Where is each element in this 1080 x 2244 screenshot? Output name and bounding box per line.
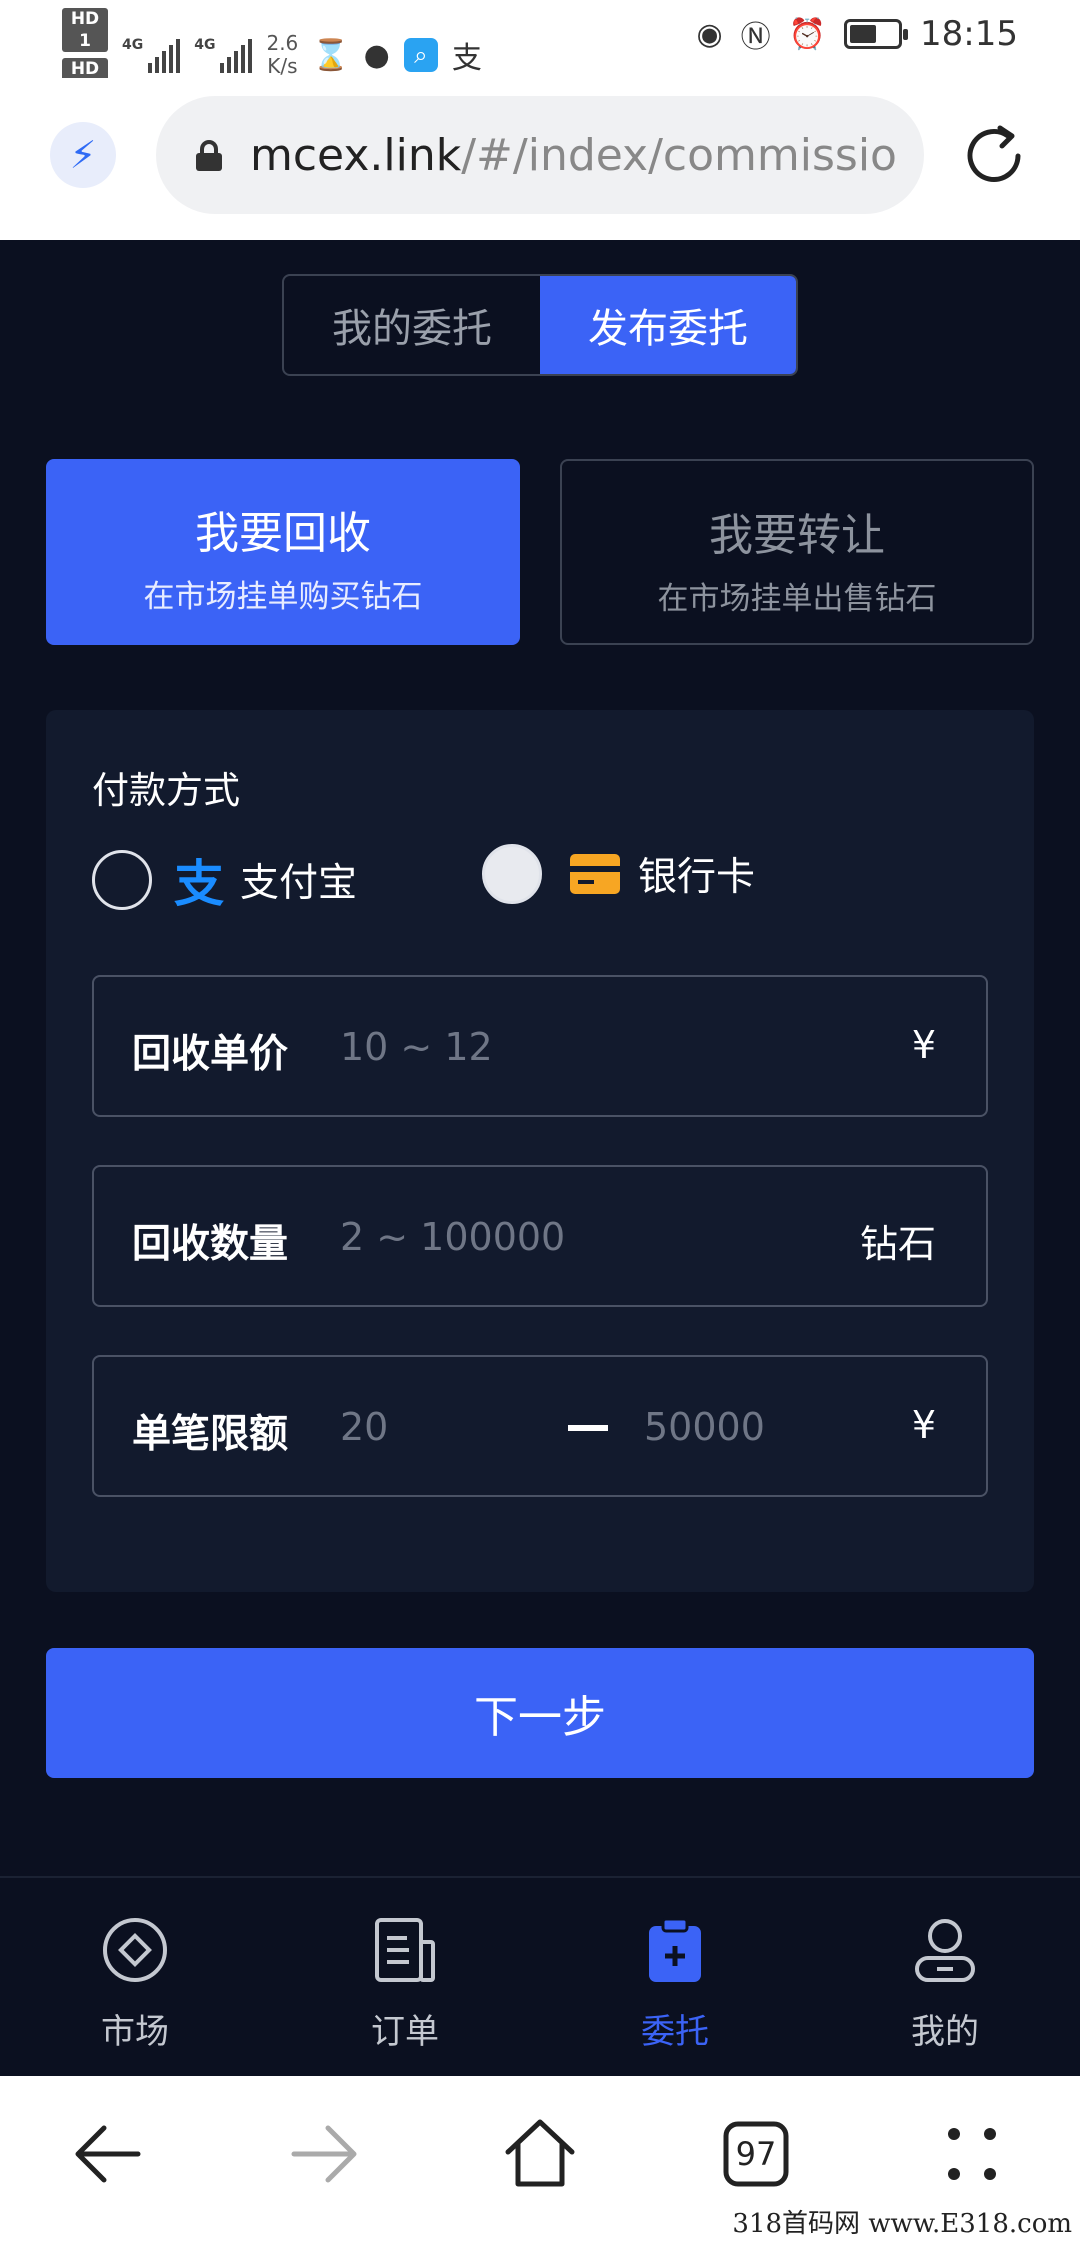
payment-method-label: 付款方式 [92, 769, 240, 812]
tabs-count: 97 [735, 2135, 777, 2173]
app-content: 我的委托 发布委托 我要回收 在市场挂单购买钻石 我要转让 在市场挂单出售钻石 … [0, 240, 1080, 1876]
quantity-field[interactable]: 回收数量 2 ~ 100000 钻石 [92, 1165, 988, 1307]
price-input[interactable]: 10 ~ 12 [340, 1025, 493, 1069]
hourglass-icon: ⌛ [312, 37, 350, 73]
price-label: 回收单价 [132, 1032, 289, 1077]
tab-publish-commission[interactable]: 发布委托 [540, 276, 796, 374]
order-form-card: 付款方式 支 支付宝 银行卡 回收单价 10 ~ 12 ¥ 回收数量 2 ~ 1… [46, 710, 1034, 1592]
battery-icon [844, 19, 909, 49]
tab-profile[interactable]: 我的 [810, 1878, 1080, 2076]
reload-icon[interactable] [958, 120, 1030, 192]
eye-icon: ◉ [696, 16, 723, 52]
more-menu-icon[interactable] [932, 2114, 1012, 2194]
sell-mode-title: 我要转让 [709, 510, 885, 561]
browser-bar: ⚡ mcex.link/#/index/commissio [0, 78, 1080, 240]
alipay-radio[interactable] [92, 850, 152, 910]
qq-icon: ● [363, 37, 390, 73]
tab-market[interactable]: 市场 [0, 1878, 270, 2076]
status-bar: HD 1 HD 2 4G 4G 2.6 K/s ⌛ ● ⌕ 支 ◉ Ⓝ ⏰ 18… [0, 0, 1080, 102]
hd1-badge: HD 1 [62, 8, 108, 52]
next-step-button[interactable]: 下一步 [46, 1648, 1034, 1778]
orders-icon [375, 1918, 435, 1982]
search-app-icon: ⌕ [403, 38, 438, 72]
limit-max-input[interactable]: 50000 [644, 1405, 765, 1449]
sell-mode-card[interactable]: 我要转让 在市场挂单出售钻石 [560, 459, 1034, 645]
tabs-button[interactable]: 97 [716, 2114, 796, 2194]
clock: 18:15 [920, 14, 1018, 54]
commission-icon [649, 1917, 701, 1982]
url-text[interactable]: mcex.link/#/index/commissio [250, 130, 897, 181]
bottom-tab-bar: 市场 订单 委托 我的 [0, 1876, 1080, 2076]
limit-min-input[interactable]: 20 [340, 1405, 388, 1449]
lock-icon [196, 140, 222, 171]
bank-card-label: 银行卡 [638, 855, 756, 900]
watermark: 318首码网 www.E318.com [732, 2209, 1072, 2239]
tab-profile-label: 我的 [911, 2012, 979, 2052]
tab-orders-label: 订单 [371, 2012, 439, 2052]
quantity-label: 回收数量 [132, 1222, 289, 1267]
alipay-notification-icon: 支 [451, 41, 482, 76]
tab-my-commissions[interactable]: 我的委托 [284, 276, 540, 374]
tab-commission-label: 委托 [641, 2012, 709, 2052]
limit-label: 单笔限额 [132, 1412, 289, 1457]
browser-nav-bar: 97 318首码网 www.E318.com [0, 2076, 1080, 2244]
home-icon[interactable] [500, 2114, 580, 2194]
payment-option-bank-card[interactable]: 银行卡 [482, 844, 755, 904]
signal-1-icon: 4G [122, 37, 181, 73]
tab-market-label: 市场 [101, 2012, 169, 2052]
nfc-icon: Ⓝ [740, 20, 771, 55]
buy-mode-card[interactable]: 我要回收 在市场挂单购买钻石 [46, 459, 520, 645]
alipay-icon: 支 [174, 855, 224, 913]
signal-2-icon: 4G [194, 37, 253, 73]
alarm-icon: ⏰ [788, 16, 827, 52]
commission-tabs: 我的委托 发布委托 [282, 274, 798, 376]
quantity-unit: 钻石 [859, 1222, 936, 1266]
tab-orders[interactable]: 订单 [270, 1878, 540, 2076]
payment-option-alipay[interactable]: 支 支付宝 [92, 844, 357, 916]
network-speed: 2.6 K/s [266, 31, 299, 78]
price-unit: ¥ [911, 1023, 936, 1067]
limit-unit: ¥ [911, 1403, 936, 1447]
status-right: ◉ Ⓝ ⏰ 18:15 [696, 12, 1080, 56]
sell-mode-subtitle: 在市场挂单出售钻石 [657, 581, 937, 617]
alipay-label: 支付宝 [240, 861, 358, 906]
back-arrow-icon[interactable] [68, 2114, 148, 2194]
limit-field[interactable]: 单笔限额 20 50000 ¥ [92, 1355, 988, 1497]
quantity-input[interactable]: 2 ~ 100000 [340, 1215, 565, 1259]
forward-arrow-icon[interactable] [284, 2114, 364, 2194]
market-icon [103, 1918, 167, 1982]
buy-mode-title: 我要回收 [195, 508, 371, 559]
lightning-icon[interactable]: ⚡ [50, 122, 116, 188]
price-field[interactable]: 回收单价 10 ~ 12 ¥ [92, 975, 988, 1117]
bank-card-icon [570, 854, 620, 894]
address-bar[interactable]: mcex.link/#/index/commissio [156, 96, 924, 214]
tab-commission[interactable]: 委托 [540, 1878, 810, 2076]
range-dash [568, 1425, 608, 1431]
buy-mode-subtitle: 在市场挂单购买钻石 [143, 579, 423, 615]
bank-card-radio[interactable] [482, 844, 542, 904]
profile-icon [915, 1919, 975, 1982]
